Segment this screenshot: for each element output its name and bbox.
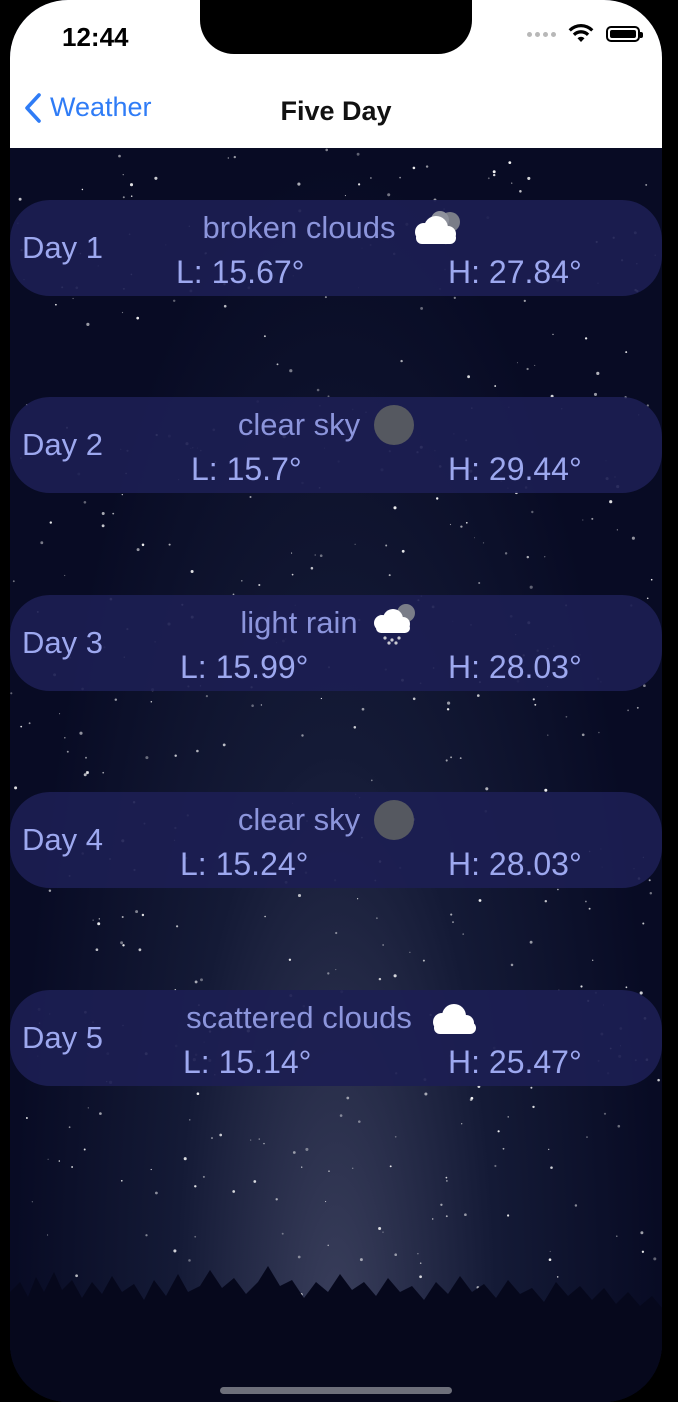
day-card: Day 3 light rain L: 15.99° H: 28.03°: [10, 595, 662, 691]
weather-description: clear sky: [237, 802, 361, 837]
day-card: Day 1 broken clouds L: 15.67° H: 27.84°: [10, 200, 662, 296]
cloud-icon: [432, 1004, 476, 1034]
top-bar: 12:44 Weather Five Day: [10, 0, 662, 148]
weather-description-row: scattered clouds: [10, 996, 662, 1040]
broken-clouds-icon: [414, 211, 460, 244]
high-temperature: H: 28.03°: [448, 649, 582, 685]
high-temperature: H: 28.03°: [448, 846, 582, 882]
battery-icon: [606, 26, 643, 42]
notch: [200, 0, 472, 54]
low-temperature: L: 15.14°: [183, 1044, 312, 1080]
weather-description-row: clear sky: [10, 798, 662, 842]
low-temperature: L: 15.99°: [180, 649, 309, 685]
weather-description: light rain: [240, 605, 358, 640]
high-temperature: H: 25.47°: [448, 1044, 582, 1080]
status-time: 12:44: [62, 22, 129, 52]
weather-description-row: clear sky: [10, 403, 662, 447]
moon-icon: [374, 405, 415, 445]
low-temperature: L: 15.24°: [180, 846, 309, 882]
phone-screen: 12:44 Weather Five Day Day 1 broken clou…: [10, 0, 662, 1402]
weather-description: broken clouds: [202, 210, 396, 245]
low-temperature: L: 15.67°: [176, 254, 305, 290]
low-temperature: L: 15.7°: [191, 451, 302, 487]
day-card: Day 2 clear sky L: 15.7° H: 29.44°: [10, 397, 662, 493]
stars-background: [10, 148, 660, 1296]
status-icons: [527, 24, 643, 44]
signal-icon: [527, 31, 556, 37]
high-temperature: H: 27.84°: [448, 254, 582, 290]
moon-icon: [374, 800, 415, 840]
treeline-silhouette: [10, 1266, 662, 1402]
day-card: Day 5 scattered clouds L: 15.14° H: 25.4…: [10, 990, 662, 1086]
rain-cloud-icon: [373, 604, 415, 645]
weather-description: clear sky: [237, 407, 361, 442]
day-card: Day 4 clear sky L: 15.24° H: 28.03°: [10, 792, 662, 888]
high-temperature: H: 29.44°: [448, 451, 582, 487]
weather-description-row: light rain: [10, 601, 662, 645]
wifi-icon: [568, 24, 594, 42]
weather-description: scattered clouds: [186, 1000, 412, 1035]
weather-description-row: broken clouds: [10, 206, 662, 250]
home-indicator[interactable]: [220, 1387, 452, 1394]
page-title: Five Day: [280, 96, 392, 126]
night-sky-background: [10, 148, 662, 1402]
